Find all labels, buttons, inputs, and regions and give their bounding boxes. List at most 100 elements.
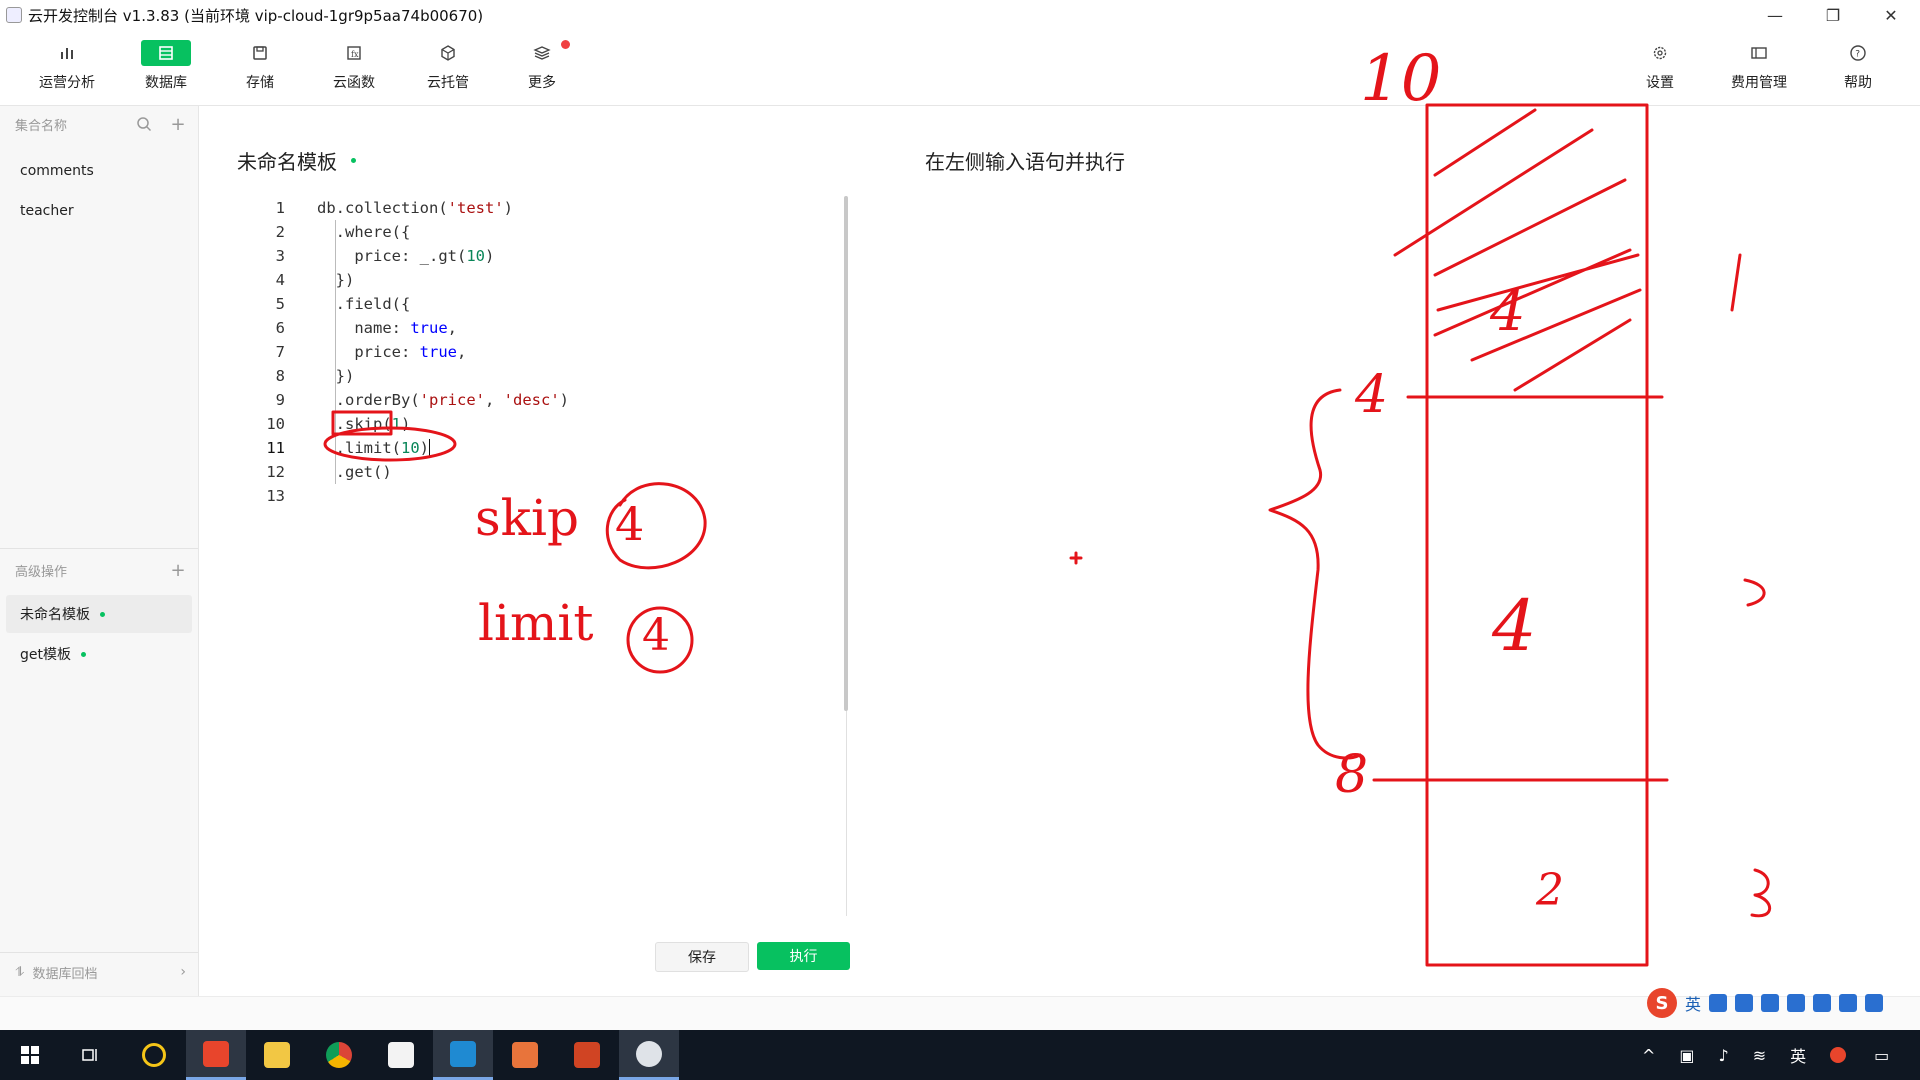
taskbar-app-xmind[interactable]	[495, 1030, 555, 1080]
minimize-button[interactable]: —	[1746, 0, 1804, 30]
line-number: 1	[275, 199, 285, 217]
keyboard-icon[interactable]	[1787, 994, 1806, 1012]
taskbar-app-cortana[interactable]	[124, 1030, 184, 1080]
grid-icon[interactable]	[1865, 994, 1884, 1012]
tool-storage[interactable]: 存储	[220, 36, 300, 98]
add-collection-icon[interactable]: +	[164, 110, 192, 138]
crosshair-icon	[1069, 551, 1083, 565]
tool-label: 云托管	[427, 75, 469, 91]
save-button[interactable]: 保存	[655, 942, 749, 972]
tool-database[interactable]: 数据库	[126, 36, 206, 98]
line-number: 12	[266, 463, 285, 481]
volume-icon[interactable]: ♪	[1719, 1046, 1729, 1065]
sogou-ime-icon[interactable]: S	[1647, 988, 1677, 1018]
tray-language[interactable]: 英	[1790, 1043, 1806, 1067]
line-number: 3	[275, 247, 285, 265]
document-icon	[388, 1042, 414, 1068]
taskbar-app-editor[interactable]	[186, 1030, 246, 1080]
db-rollback-link[interactable]: ⥮ 数据库回档 ›	[0, 954, 198, 990]
task-view-button[interactable]	[60, 1030, 120, 1080]
windows-icon	[21, 1046, 39, 1064]
collection-item-label: teacher	[20, 203, 74, 219]
app-icon	[6, 7, 22, 23]
notification-badge	[561, 40, 570, 49]
emoji-icon[interactable]	[1735, 994, 1754, 1012]
code-line: 8 })	[255, 364, 835, 388]
notification-icon[interactable]: ▭	[1874, 1046, 1889, 1065]
ime-toolbar: S 英	[1647, 985, 1899, 1021]
taskbar-app-vscode[interactable]	[433, 1030, 493, 1080]
search-icon[interactable]	[130, 110, 158, 138]
user-icon[interactable]	[1813, 994, 1832, 1012]
line-number: 7	[275, 343, 285, 361]
add-template-icon[interactable]: +	[164, 556, 192, 584]
taskbar-app-explorer[interactable]	[247, 1030, 307, 1080]
limit-circle	[626, 606, 694, 674]
system-tray: ^ ▣ ♪ ≋ 英 ▭	[1630, 1030, 1909, 1080]
collection-item-label: comments	[20, 163, 94, 179]
line-number: 10	[266, 415, 285, 433]
network-icon[interactable]: ▣	[1679, 1046, 1694, 1065]
chevron-up-icon[interactable]: ^	[1642, 1046, 1655, 1065]
template-item-get[interactable]: get模板	[6, 635, 192, 673]
offset-end-number: 8	[1335, 745, 1368, 805]
box-bottom-number: 2	[1535, 865, 1564, 916]
line-number: 6	[275, 319, 285, 337]
code-editor[interactable]: 1 db.collection('test') 2 .where({ 3 pric…	[255, 196, 835, 508]
tool-billing[interactable]: 费用管理	[1719, 36, 1799, 98]
cube-icon	[423, 40, 473, 66]
svg-text:?: ?	[1855, 50, 1860, 60]
ime-mode[interactable]: 英	[1685, 991, 1701, 1015]
code-line: 7 price: true,	[255, 340, 835, 364]
tool-label: 数据库	[145, 75, 187, 91]
tool-more[interactable]: 更多	[502, 36, 582, 98]
editor-scrollbar[interactable]	[844, 196, 848, 711]
skin-icon[interactable]	[1839, 994, 1858, 1012]
line-number: 8	[275, 367, 285, 385]
restore-button[interactable]: ❐	[1804, 0, 1862, 30]
sidebar: 集合名称 + comments teacher 高级操作 + 未命名模板 get…	[0, 106, 199, 996]
app-icon	[203, 1040, 229, 1067]
collections-header: 集合名称 +	[0, 106, 198, 142]
box-top-number: 4	[1489, 279, 1526, 344]
taskbar-app-chrome[interactable]	[309, 1030, 369, 1080]
microphone-icon[interactable]	[1761, 994, 1780, 1012]
code-line: 5 .field({	[255, 292, 835, 316]
layers-icon	[517, 40, 567, 66]
hatch-lines	[1393, 108, 1642, 392]
collection-item-teacher[interactable]: teacher	[6, 192, 192, 230]
line-number: 2	[275, 223, 285, 241]
code-line-current: 11 .limit(10)	[255, 436, 835, 460]
advanced-header-label: 高级操作	[15, 564, 68, 580]
code-line: 12 .get()	[255, 460, 835, 484]
sogou-tray-icon[interactable]	[1830, 1047, 1847, 1063]
chat-icon	[636, 1040, 662, 1067]
run-button[interactable]: 执行	[757, 942, 850, 970]
window-titlebar: 云开发控制台 v1.3.83 (当前环境 vip-cloud-1gr9p5aa7…	[0, 0, 1920, 30]
app-icon	[512, 1042, 538, 1068]
tool-functions[interactable]: fx 云函数	[314, 36, 394, 98]
mark-three	[1750, 868, 1772, 918]
template-item-unnamed[interactable]: 未命名模板	[6, 595, 192, 633]
line-number: 13	[266, 487, 285, 505]
start-button[interactable]	[0, 1030, 60, 1080]
taskbar-app-powerpoint[interactable]	[557, 1030, 617, 1080]
saved-dot	[81, 651, 86, 657]
collection-item-comments[interactable]: comments	[6, 152, 192, 190]
punctuation-icon[interactable]	[1709, 994, 1728, 1012]
window-title: 云开发控制台 v1.3.83 (当前环境 vip-cloud-1gr9p5aa7…	[28, 6, 484, 25]
tool-analytics[interactable]: 运营分析	[27, 36, 107, 98]
tool-help[interactable]: ? 帮助	[1818, 36, 1898, 98]
curly-brace	[1268, 388, 1362, 760]
taskbar-app-wechat-devtools[interactable]	[619, 1030, 679, 1080]
result-box	[1425, 103, 1649, 967]
status-strip	[0, 996, 1920, 1031]
code-line: 9 .orderBy('price', 'desc')	[255, 388, 835, 412]
close-button[interactable]: ✕	[1862, 0, 1920, 30]
code-line: 6 name: true,	[255, 316, 835, 340]
taskbar-app-typora[interactable]	[371, 1030, 431, 1080]
tool-hosting[interactable]: 云托管	[408, 36, 488, 98]
tool-settings[interactable]: 设置	[1620, 36, 1700, 98]
wifi-icon[interactable]: ≋	[1753, 1046, 1766, 1065]
main-toolbar: 运营分析 数据库 存储 fx 云函数 云托管 更多 设置 费用管理 ? 帮助	[0, 30, 1920, 106]
